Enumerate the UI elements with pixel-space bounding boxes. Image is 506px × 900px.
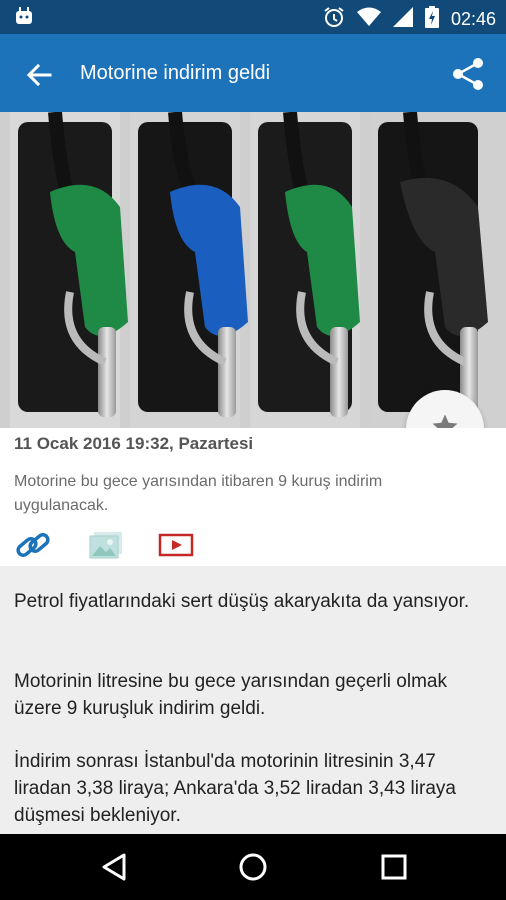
- image-gallery-icon[interactable]: [88, 530, 124, 565]
- article-body: Petrol fiyatlarındaki sert düşüş akaryak…: [0, 566, 506, 834]
- article-date: 11 Ocak 2016 19:32, Pazartesi: [14, 434, 254, 453]
- article-actions: [14, 528, 194, 567]
- paragraph: Petrol fiyatlarındaki sert düşüş akaryak…: [14, 591, 470, 612]
- share-icon[interactable]: [450, 56, 486, 92]
- page-title: Motorine indirim geldi: [80, 62, 271, 84]
- arrow-back-icon[interactable]: [24, 60, 54, 90]
- battery-icon: [424, 6, 439, 33]
- status-time: 02:46: [450, 9, 496, 29]
- signal-icon: [392, 7, 413, 32]
- status-bar: 02:46: [0, 0, 506, 34]
- paragraph: İndirim sonrası İstanbul'da motorinin li…: [14, 751, 456, 826]
- wifi-icon: [356, 7, 381, 32]
- android-icon: [14, 7, 34, 30]
- home-circle-icon[interactable]: [238, 852, 268, 887]
- back-triangle-icon[interactable]: [100, 852, 128, 887]
- paragraph: Motorinin litresine bu gece yarısından g…: [14, 671, 447, 719]
- recents-square-icon[interactable]: [380, 852, 408, 887]
- article-image: [0, 112, 506, 428]
- youtube-icon[interactable]: [158, 532, 194, 563]
- alarm-icon: [323, 6, 345, 33]
- system-nav-bar: [0, 834, 506, 900]
- app-bar: Motorine indirim geldi: [0, 34, 506, 112]
- link-icon[interactable]: [14, 528, 54, 567]
- article-summary: Motorine bu gece yarısından itibaren 9 k…: [14, 473, 383, 514]
- article-meta: 11 Ocak 2016 19:32, Pazartesi Motorine b…: [0, 428, 506, 566]
